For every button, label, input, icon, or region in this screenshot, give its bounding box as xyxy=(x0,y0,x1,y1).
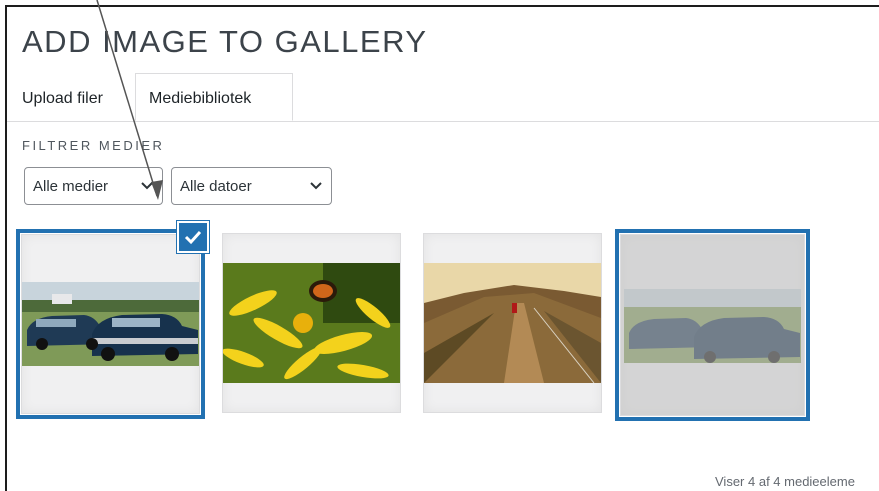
arrow-annotation-icon xyxy=(96,0,163,200)
